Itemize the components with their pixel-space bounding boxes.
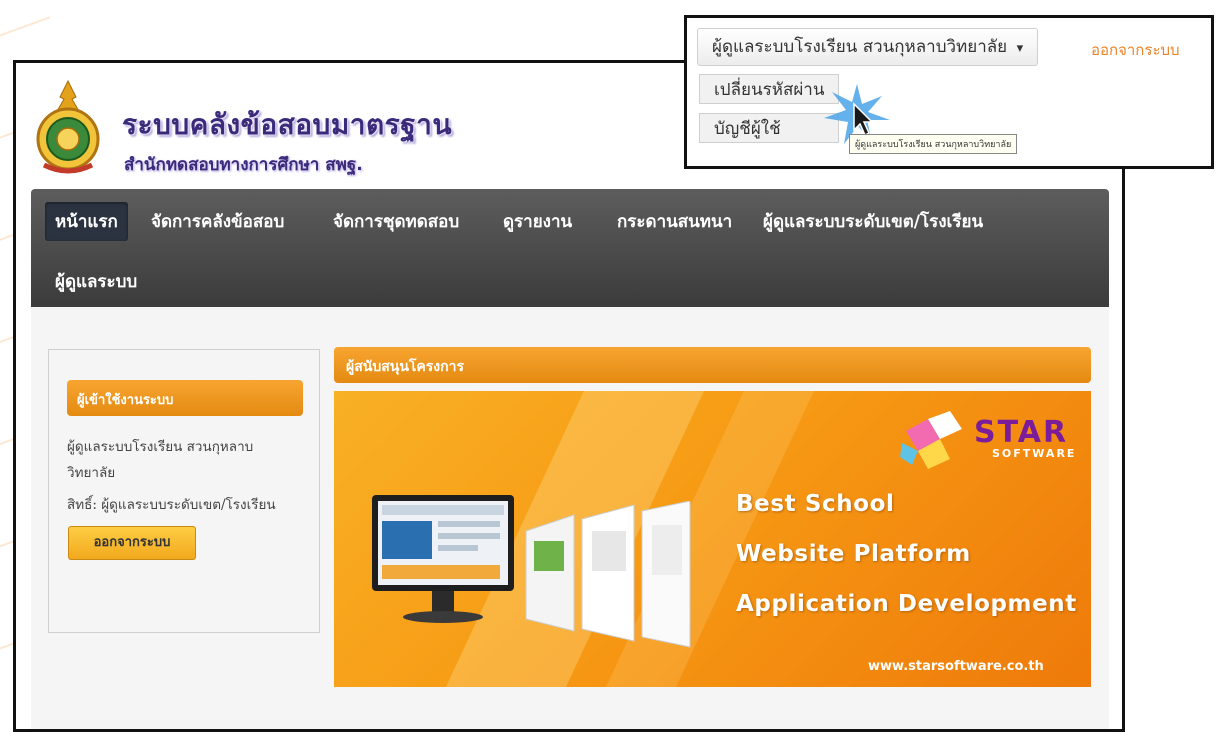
nav-manage-test-sets[interactable]: จัดการชุดทดสอบ	[323, 202, 469, 241]
banner-url[interactable]: www.starsoftware.co.th	[868, 659, 1044, 674]
user-name-line2: วิทยาลัย	[67, 465, 116, 481]
user-role: สิทธิ์: ผู้ดูแลระบบระดับเขต/โรงเรียน	[67, 497, 276, 513]
sponsor-header: ผู้สนับสนุนโครงการ	[334, 347, 1091, 383]
user-name-line1: ผู้ดูแลระบบโรงเรียน สวนกุหลาบ	[67, 439, 254, 455]
top-logout-link[interactable]: ออกจากระบบ	[1091, 38, 1180, 62]
user-panel-header: ผู้เข้าใช้งานระบบ	[67, 380, 303, 416]
nav-reports[interactable]: ดูรายงาน	[493, 202, 582, 241]
nav-admin[interactable]: ผู้ดูแลระบบ	[45, 262, 147, 301]
chevron-down-icon: ▾	[1016, 41, 1024, 56]
user-info-panel: ผู้เข้าใช้งานระบบ ผู้ดูแลระบบโรงเรียน สว…	[48, 349, 320, 633]
user-dropdown-button[interactable]: ผู้ดูแลระบบโรงเรียน สวนกุหลาบวิทยาลัย ▾	[697, 28, 1039, 66]
obec-logo-icon	[36, 79, 100, 174]
banner-line-2: Website Platform	[736, 541, 971, 567]
sponsor-banner[interactable]: STAR SOFTWARE Best School Website Platfo…	[334, 391, 1091, 687]
nav-district-school-admin[interactable]: ผู้ดูแลระบบระดับเขต/โรงเรียน	[753, 202, 993, 241]
main-content: ผู้เข้าใช้งานระบบ ผู้ดูแลระบบโรงเรียน สว…	[31, 307, 1109, 729]
nav-manage-item-bank[interactable]: จัดการคลังข้อสอบ	[141, 202, 294, 241]
brand-name: STAR	[974, 415, 1069, 450]
main-navbar: หน้าแรก จัดการคลังข้อสอบ จัดการชุดทดสอบ …	[31, 189, 1109, 307]
banner-line-3: Application Development	[736, 591, 1077, 617]
site-title: ระบบคลังข้อสอบมาตรฐาน	[122, 108, 453, 141]
brand-subname: SOFTWARE	[992, 447, 1077, 460]
nav-forum[interactable]: กระดานสนทนา	[607, 202, 742, 241]
user-dropdown-label: ผู้ดูแลระบบโรงเรียน สวนกุหลาบวิทยาลัย	[712, 37, 1008, 57]
web-pages-illustration-icon	[525, 501, 691, 648]
user-menu-popup: ผู้ดูแลระบบโรงเรียน สวนกุหลาบวิทยาลัย ▾ …	[684, 15, 1214, 169]
user-tooltip: ผู้ดูแลระบบโรงเรียน สวนกุหลาบวิทยาลัย	[849, 134, 1018, 154]
site-subtitle: สำนักทดสอบทางการศึกษา สพฐ.	[124, 155, 363, 175]
banner-line-1: Best School	[736, 491, 895, 517]
nav-home[interactable]: หน้าแรก	[45, 202, 128, 241]
logout-button[interactable]: ออกจากระบบ	[68, 526, 196, 560]
star-software-logo-icon	[900, 411, 962, 469]
monitor-illustration-icon	[372, 495, 514, 623]
